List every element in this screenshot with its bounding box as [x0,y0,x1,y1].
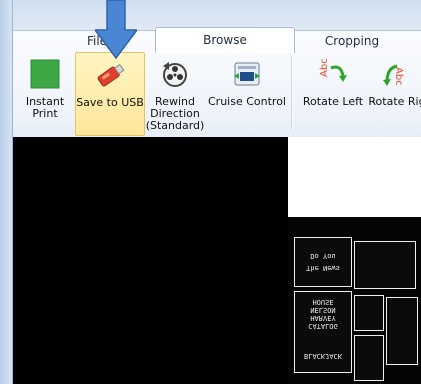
arrow-down-icon [95,0,137,60]
doc-card [354,241,416,289]
doc-card-text: HARVEY NELSON HOUSE [310,298,336,322]
doc-card-text: The News [306,264,340,272]
rotate-left-button[interactable]: Abc Rotate Left [302,52,364,134]
image-preview-dark [13,137,288,384]
doc-card: The News Do You [294,237,352,287]
print-icon [29,58,61,90]
rewind-direction-label: Rewind Direction (Standard) [145,95,205,132]
save-to-usb-button[interactable]: Save to USB [75,52,145,136]
film-reel-icon [159,58,191,90]
doc-card [386,297,418,365]
scanned-document: The News Do You BLACKJACK CATALOG HARVEY… [288,217,421,384]
doc-card [354,335,384,381]
instant-print-button[interactable]: Instant Print [16,52,74,134]
tab-cropping[interactable]: Cropping [305,30,399,52]
ribbon-tabs: File Browse Cropping [13,24,421,53]
rotate-right-icon: Abc [381,58,413,90]
rotate-left-icon: Abc [317,58,349,90]
doc-card [354,295,384,331]
ribbon-separator [291,56,292,130]
rotate-left-label: Rotate Left [302,95,364,108]
doc-card-text: BLACKJACK [304,352,342,360]
cruise-control-button[interactable]: Cruise Control [206,52,288,134]
rotate-right-button[interactable]: Abc Rotate Rig [366,52,421,134]
svg-text:Abc: Abc [393,67,404,86]
tab-browse[interactable]: Browse [155,27,295,53]
svg-text:Abc: Abc [319,58,330,77]
doc-card: BLACKJACK CATALOG HARVEY NELSON HOUSE [294,291,352,373]
instant-print-label: Instant Print [25,95,65,120]
doc-card-text: Do You [310,252,336,260]
cruise-control-icon [231,58,263,90]
save-to-usb-label: Save to USB [76,96,144,109]
cruise-control-label: Cruise Control [208,95,286,108]
rewind-direction-button[interactable]: Rewind Direction (Standard) [146,52,204,134]
rotate-right-label: Rotate Rig [368,95,421,108]
doc-card-text: CATALOG [308,322,338,330]
usb-icon [94,59,126,91]
window-left-border [0,0,13,384]
